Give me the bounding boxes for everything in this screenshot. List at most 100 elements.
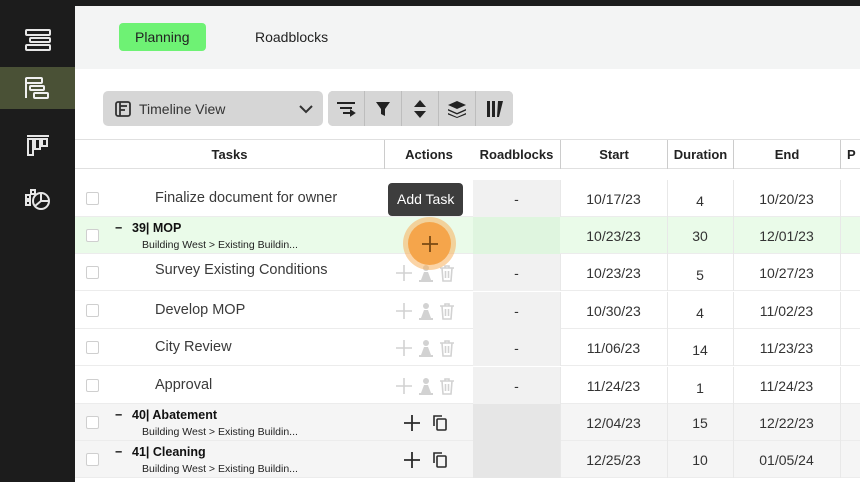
assign-icon[interactable] [417,302,435,320]
start-cell[interactable]: 10/23/23 [560,217,667,254]
filter-button[interactable] [365,91,401,126]
table-row[interactable]: Survey Existing Conditions - 10/23/23 5 … [75,254,860,291]
duration-cell[interactable]: 1 [667,369,733,406]
task-path: Building West > Existing Buildin... [142,239,298,251]
copy-icon[interactable] [433,414,447,431]
end-cell[interactable]: 12/22/23 [733,404,840,441]
start-cell[interactable]: 12/04/23 [560,404,667,441]
duration-cell[interactable]: 14 [667,331,733,368]
table-row[interactable]: −39| MOP Building West > Existing Buildi… [75,217,860,254]
duration-cell[interactable]: 15 [667,404,733,441]
add-task-button-inner[interactable] [408,222,451,265]
column-header-start[interactable]: Start [561,140,667,169]
add-icon[interactable] [395,264,413,282]
table-row[interactable]: City Review - 11/06/23 14 11/23/23 [75,329,860,366]
start-cell[interactable]: 10/17/23 [560,180,667,217]
end-cell[interactable]: 01/05/24 [733,441,840,478]
column-header-roadblocks[interactable]: Roadblocks [473,140,560,169]
duration-cell[interactable]: 5 [667,256,733,293]
end-cell[interactable]: 11/02/23 [733,292,840,329]
end-cell[interactable]: 11/23/23 [733,329,840,366]
assign-icon[interactable] [417,377,435,395]
end-cell[interactable]: 10/27/23 [733,254,840,291]
task-name[interactable]: Develop MOP [155,292,245,329]
tab-roadblocks[interactable]: Roadblocks [255,23,328,51]
sort-icon [414,99,426,118]
roadblocks-cell: - [514,377,519,394]
roadblocks-cell: - [514,302,519,319]
task-group-title[interactable]: −39| MOP [115,221,181,235]
column-header-extra[interactable]: P [847,140,860,169]
row-checkbox[interactable] [86,379,99,392]
view-select[interactable]: Timeline View [103,91,323,126]
row-checkbox[interactable] [86,304,99,317]
row-checkbox[interactable] [86,229,99,242]
duration-cell[interactable]: 4 [667,182,733,219]
table-row[interactable]: Approval - 11/24/23 1 11/24/23 [75,367,860,404]
column-header-duration[interactable]: Duration [668,140,733,169]
sort-button[interactable] [402,91,438,126]
grouping-icon [337,101,356,117]
add-icon[interactable] [395,339,413,357]
roadblocks-cell: - [514,190,519,207]
start-cell[interactable]: 11/06/23 [560,329,667,366]
start-cell[interactable]: 12/25/23 [560,441,667,478]
task-name[interactable]: Approval [155,367,212,404]
end-cell[interactable]: 12/01/23 [733,217,840,254]
task-group-name: 41| Cleaning [132,445,206,459]
table-row[interactable]: Finalize document for owner - 10/17/23 4… [75,180,860,217]
row-checkbox[interactable] [86,266,99,279]
row-checkbox[interactable] [86,341,99,354]
delete-icon[interactable] [439,339,455,357]
add-icon[interactable] [395,302,413,320]
duration-cell[interactable]: 10 [667,441,733,478]
cell-divider [840,441,841,478]
column-header-actions[interactable]: Actions [385,140,473,169]
task-group-title[interactable]: −41| Cleaning [115,445,206,459]
task-group-title[interactable]: −40| Abatement [115,408,217,422]
task-name[interactable]: Survey Existing Conditions [155,252,327,289]
cell-divider [840,404,841,441]
gantt-icon [24,77,49,99]
layers-button[interactable] [439,91,475,126]
sidebar-item-schedule[interactable] [0,67,75,109]
column-divider [840,140,841,169]
collapse-icon[interactable]: − [115,445,124,459]
task-name[interactable]: City Review [155,329,232,366]
sidebar-item-analytics[interactable] [0,178,75,220]
add-icon[interactable] [403,451,421,469]
row-checkbox[interactable] [86,192,99,205]
sidebar-item-board[interactable] [0,125,75,167]
table-row[interactable]: Develop MOP - 10/30/23 4 11/02/23 [75,292,860,329]
column-header-tasks[interactable]: Tasks [75,140,384,169]
add-icon[interactable] [395,377,413,395]
collapse-icon[interactable]: − [115,408,124,422]
columns-button[interactable] [476,91,513,126]
tab-bar: Planning Roadblocks [75,6,860,69]
duration-cell[interactable]: 30 [667,217,733,254]
sidebar-item-list[interactable] [0,19,75,61]
tab-planning[interactable]: Planning [119,23,206,51]
roadblocks-cell-bg [473,441,560,478]
collapse-icon[interactable]: − [115,221,124,235]
start-cell[interactable]: 10/30/23 [560,292,667,329]
assign-icon[interactable] [417,339,435,357]
end-cell[interactable]: 10/20/23 [733,180,840,217]
row-checkbox[interactable] [86,453,99,466]
grouping-button[interactable] [328,91,364,126]
add-icon[interactable] [403,414,421,432]
start-cell[interactable]: 10/23/23 [560,254,667,291]
copy-icon[interactable] [433,451,447,468]
add-task-button[interactable] [403,217,456,270]
delete-icon[interactable] [439,302,455,320]
task-name[interactable]: Finalize document for owner [155,180,337,217]
duration-cell[interactable]: 4 [667,294,733,331]
table-row[interactable]: −40| Abatement Building West > Existing … [75,404,860,441]
column-header-end[interactable]: End [734,140,840,169]
delete-icon[interactable] [439,377,455,395]
row-checkbox[interactable] [86,416,99,429]
end-cell[interactable]: 11/24/23 [733,367,840,404]
table-row[interactable]: −41| Cleaning Building West > Existing B… [75,441,860,478]
cell-divider [840,367,841,404]
start-cell[interactable]: 11/24/23 [560,367,667,404]
